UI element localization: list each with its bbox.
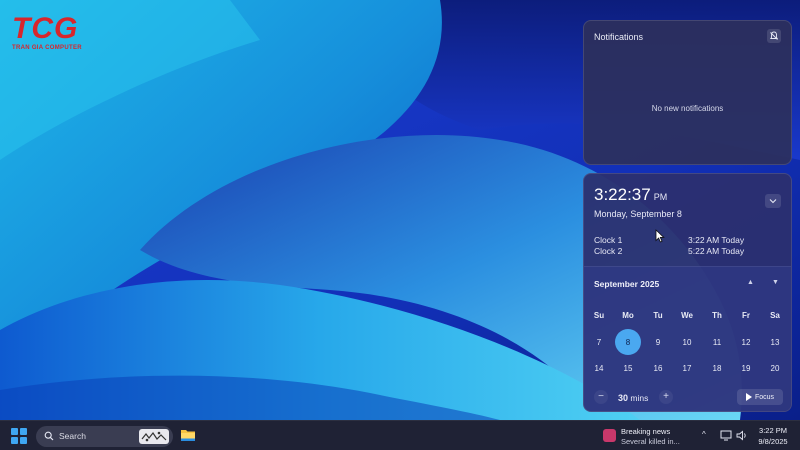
start-focus-button[interactable]: Focus <box>737 389 783 405</box>
notifications-title: Notifications <box>594 32 644 42</box>
calendar-day[interactable]: 9 <box>645 338 671 347</box>
calendar-day-today[interactable]: 8 <box>615 338 641 347</box>
news-widget[interactable]: Breaking news Several killed in... <box>603 425 693 447</box>
previous-month-button[interactable]: ▲ <box>747 279 754 286</box>
clock-ampm: PM <box>653 192 668 202</box>
calendar-day[interactable]: 11 <box>704 338 730 347</box>
weekday-header: Mo <box>622 311 634 320</box>
calendar-day[interactable]: 15 <box>615 364 641 373</box>
windows-logo-icon <box>11 428 18 435</box>
taskbar-date: 9/8/2025 <box>758 437 788 446</box>
clock-time-value: 3:22:37 <box>594 185 651 204</box>
weekday-header: We <box>681 311 693 320</box>
calendar-day[interactable]: 19 <box>733 364 759 373</box>
clock-time: 3:22:37 PM <box>594 185 667 205</box>
no-notifications-text: No new notifications <box>651 104 724 113</box>
focus-minutes-value: 30 <box>618 393 629 403</box>
focus-button-label: Focus <box>754 393 775 401</box>
weekday-header: Fr <box>742 311 750 320</box>
mouse-cursor-icon <box>655 229 665 243</box>
news-icon <box>603 429 616 442</box>
world-clock-2-name: Clock 2 <box>594 246 623 256</box>
focus-duration: 30 mins <box>618 393 648 403</box>
notification-center: Notifications No new notifications <box>583 20 792 165</box>
focus-minutes-unit: mins <box>630 393 649 403</box>
volume-icon[interactable] <box>736 430 748 441</box>
news-title: Breaking news <box>621 427 671 436</box>
calendar-day[interactable]: 7 <box>586 338 612 347</box>
logo-subtitle: TRAN GIA COMPUTER <box>12 45 82 51</box>
logo-letters: TCG <box>12 12 79 45</box>
file-explorer-icon[interactable] <box>180 428 196 442</box>
bell-slash-icon <box>769 31 779 40</box>
calendar-flyout: 3:22:37 PM Monday, September 8 Clock 1 3:… <box>583 173 792 412</box>
tcg-logo: TCG TRAN GIA COMPUTER <box>12 14 98 54</box>
play-icon <box>745 393 752 401</box>
calendar-day[interactable]: 20 <box>762 364 788 373</box>
world-clock-1-time: 3:22 AM Today <box>688 235 745 245</box>
taskbar-search-box[interactable]: Search <box>36 426 173 447</box>
clock-date: Monday, September 8 <box>594 209 682 219</box>
calendar-day[interactable]: 16 <box>645 364 671 373</box>
taskbar-clock[interactable]: 3:22 PM 9/8/2025 <box>754 425 792 447</box>
start-button[interactable] <box>11 428 27 444</box>
next-month-button[interactable]: ▼ <box>772 279 779 286</box>
weekday-header: Sa <box>770 311 780 320</box>
search-highlight-image <box>139 429 169 444</box>
month-title[interactable]: September 2025 <box>594 279 659 289</box>
news-subtitle: Several killed in... <box>621 437 680 446</box>
weekday-header: Th <box>712 311 722 320</box>
show-hidden-icons-button[interactable]: ^ <box>702 430 706 439</box>
calendar-day[interactable]: 17 <box>674 364 700 373</box>
taskbar: Search Breaking news Several killed in..… <box>0 420 800 450</box>
world-clock-2-time: 5:22 AM Today <box>688 246 745 256</box>
calendar-day[interactable]: 18 <box>704 364 730 373</box>
do-not-disturb-button[interactable] <box>767 29 781 43</box>
calendar-day[interactable]: 12 <box>733 338 759 347</box>
search-label: Search <box>59 431 86 441</box>
chevron-down-icon <box>769 199 777 204</box>
network-icon[interactable] <box>720 430 732 441</box>
focus-session-bar: − 30 mins + Focus <box>584 384 791 411</box>
calendar-grid: September 2025 ▲ ▼ Su Mo Tu We Th Fr Sa … <box>584 266 791 411</box>
clock-section: 3:22:37 PM Monday, September 8 Clock 1 3:… <box>584 174 791 266</box>
search-icon <box>44 431 54 441</box>
calendar-day[interactable]: 13 <box>762 338 788 347</box>
taskbar-time: 3:22 PM <box>759 426 787 435</box>
weekday-header: Su <box>593 311 605 320</box>
world-clock-1-name: Clock 1 <box>594 235 623 245</box>
decrease-focus-button[interactable]: − <box>594 390 608 404</box>
calendar-day[interactable]: 10 <box>674 338 700 347</box>
increase-focus-button[interactable]: + <box>659 390 673 404</box>
collapse-calendar-button[interactable] <box>765 194 781 208</box>
calendar-day[interactable]: 14 <box>586 364 612 373</box>
weekday-header: Tu <box>653 311 663 320</box>
